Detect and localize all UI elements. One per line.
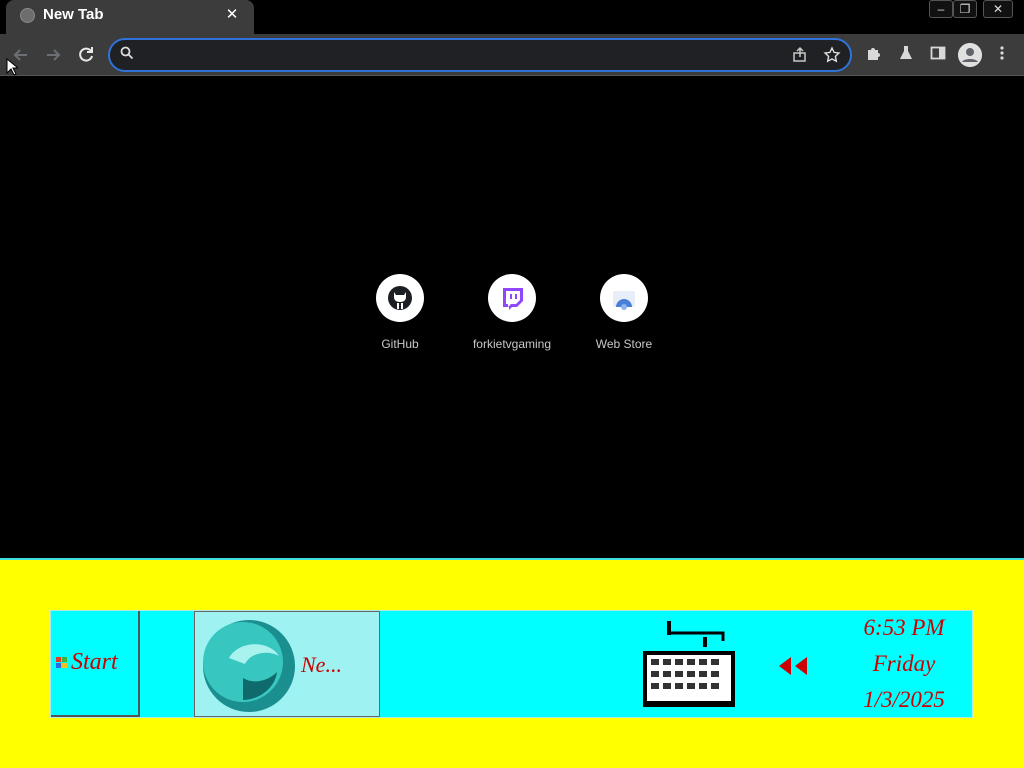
start-label: Start — [71, 649, 118, 675]
reload-button[interactable] — [75, 44, 97, 66]
shortcut-github[interactable]: GitHub — [350, 274, 450, 354]
windows-logo-icon — [56, 657, 67, 668]
flask-icon — [900, 46, 912, 59]
address-input[interactable] — [140, 45, 760, 65]
tab-title: New Tab — [43, 6, 104, 23]
menu-button[interactable] — [991, 44, 1013, 66]
shortcut-label: GitHub — [381, 337, 419, 351]
browser-app-icon — [203, 620, 295, 712]
tab-new-tab[interactable]: New Tab ✕ — [6, 0, 254, 34]
extensions-button[interactable] — [863, 44, 885, 66]
shortcut-label: Web Store — [595, 337, 653, 351]
shortcut-label: forkietvgaming — [472, 337, 552, 351]
shortcut-web-store[interactable]: Web Store — [574, 274, 674, 354]
bookmark-star-icon[interactable] — [822, 46, 842, 66]
web-store-icon — [613, 291, 635, 310]
browser-titlebar: New Tab ✕ – ❐ ✕ — [0, 0, 1024, 34]
mouse-cursor-icon — [6, 58, 18, 76]
start-button[interactable]: Start — [51, 611, 140, 717]
taskbar-item-label: Ne... — [301, 652, 342, 677]
restore-button[interactable]: ❐ — [953, 0, 977, 18]
shortcut-icon-bg — [600, 274, 648, 322]
screen: New Tab ✕ – ❐ ✕ GitHub forkietvgaming We… — [0, 0, 1024, 768]
close-window-button[interactable]: ✕ — [983, 0, 1013, 18]
reload-icon — [79, 47, 93, 62]
profile-avatar[interactable] — [958, 43, 982, 67]
star-icon — [823, 46, 841, 63]
clock-date: 1/3/2025 — [863, 687, 945, 712]
shortcut-icon-bg — [376, 274, 424, 322]
clock-day: Friday — [872, 651, 936, 676]
minimize-button[interactable]: – — [929, 0, 953, 18]
twitch-icon — [503, 288, 523, 310]
address-bar[interactable] — [108, 38, 852, 72]
side-panel-button[interactable] — [927, 44, 949, 66]
labs-button[interactable] — [895, 44, 917, 66]
side-panel-icon — [930, 46, 946, 60]
taskbar: Start Ne... 6:53 PM Friday 1/3/2025 — [50, 610, 973, 718]
shortcut-forkietvgaming[interactable]: forkietvgaming — [462, 274, 562, 354]
keyboard-icon[interactable] — [641, 621, 737, 709]
taskbar-item-browser[interactable]: Ne... — [194, 611, 380, 717]
browser-toolbar — [0, 34, 1024, 76]
puzzle-icon — [868, 48, 880, 60]
forward-button[interactable] — [42, 44, 64, 66]
forward-arrow-icon — [47, 49, 61, 61]
person-icon — [958, 43, 982, 67]
tab-close-button[interactable]: ✕ — [224, 7, 240, 23]
more-vert-icon — [1000, 46, 1004, 60]
github-icon — [388, 286, 412, 310]
clock-time: 6:53 PM — [863, 615, 945, 640]
tray-divider — [741, 611, 742, 717]
share-page-icon — [793, 46, 806, 62]
share-icon[interactable] — [790, 46, 810, 66]
search-icon — [120, 46, 134, 60]
double-chevron-left-icon[interactable] — [773, 655, 813, 677]
shortcut-icon-bg — [488, 274, 536, 322]
globe-icon — [20, 8, 35, 23]
